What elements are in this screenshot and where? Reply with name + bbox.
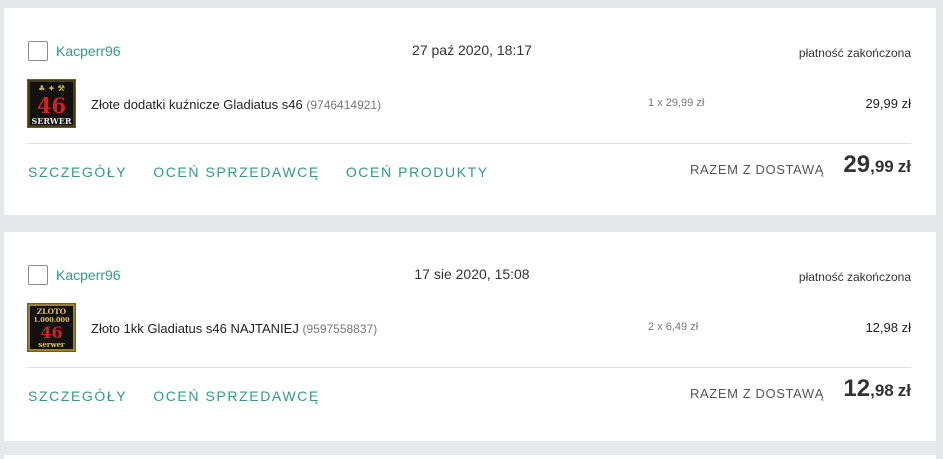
line-total: 29,99 zł [865,96,911,111]
order-select-checkbox[interactable] [28,41,48,61]
total-label: RAZEM Z DOSTAWĄ [690,386,824,401]
product-id: (9746414921) [306,98,382,112]
order-actions: SZCZEGÓŁY OCEŃ SPRZEDAWCĘ [28,387,320,405]
quantity-price: 2 x 6,49 zł [648,321,699,333]
total-currency: zł [897,381,911,400]
thumb-top-line: ♣ ✦ ⚒ [38,83,65,93]
total-integer: 12 [843,375,871,402]
product-id: (9597558837) [302,322,378,336]
rate-seller-button[interactable]: OCEŃ SPRZEDAWCĘ [153,163,320,181]
seller-link[interactable]: Kacperr96 [56,42,121,60]
total-currency: zł [897,157,911,176]
thumb-bottom-label: serwer [38,340,65,349]
divider [27,143,911,144]
thumb-top-line: ZLOTO [37,307,67,316]
product-thumbnail[interactable]: ZLOTO 1.000.000 46 serwer [27,303,76,352]
product-title: Złote dodatki kuźnicze Gladiatus s46 [91,97,303,112]
seller-link[interactable]: Kacperr96 [56,266,121,284]
order-card: Kacperr96 27 paź 2020, 18:17 płatność za… [4,8,936,215]
total-label: RAZEM Z DOSTAWĄ [690,162,824,177]
total-amount: 29,99 zł [843,151,911,182]
thumb-big-number: 46 [37,93,66,118]
total-decimal: ,98 [870,381,894,400]
gold-server-46-icon: ♣ ✦ ⚒ 46 SERWER [28,80,75,127]
order-actions: SZCZEGÓŁY OCEŃ SPRZEDAWCĘ OCEŃ PRODUKTY [28,163,489,181]
total-decimal: ,99 [870,157,894,176]
next-card-edge [4,455,936,459]
order-select-checkbox[interactable] [28,265,48,285]
rate-seller-button[interactable]: OCEŃ SPRZEDAWCĘ [153,387,320,405]
order-card: Kacperr96 17 sie 2020, 15:08 płatność za… [4,232,936,441]
product-link[interactable]: Złote dodatki kuźnicze Gladiatus s46 (97… [91,96,381,114]
total-integer: 29 [843,151,871,178]
product-link[interactable]: Złoto 1kk Gladiatus s46 NAJTANIEJ (95975… [91,320,377,338]
thumb-bottom-label: SERWER [31,116,71,126]
line-total: 12,98 zł [865,320,911,335]
product-title: Złoto 1kk Gladiatus s46 NAJTANIEJ [91,321,299,336]
rate-products-button[interactable]: OCEŃ PRODUKTY [346,163,489,181]
payment-status: płatność zakończona [798,46,911,60]
order-date: 17 sie 2020, 15:08 [414,266,530,282]
details-button[interactable]: SZCZEGÓŁY [28,387,127,405]
details-button[interactable]: SZCZEGÓŁY [28,163,127,181]
gold-1kk-server-46-icon: ZLOTO 1.000.000 46 serwer [28,304,75,351]
divider [27,367,911,368]
payment-status: płatność zakończona [798,270,911,284]
order-date: 27 paź 2020, 18:17 [412,42,532,58]
quantity-price: 1 x 29,99 zł [648,97,705,109]
total-amount: 12,98 zł [843,375,911,406]
product-thumbnail[interactable]: ♣ ✦ ⚒ 46 SERWER [27,79,76,128]
